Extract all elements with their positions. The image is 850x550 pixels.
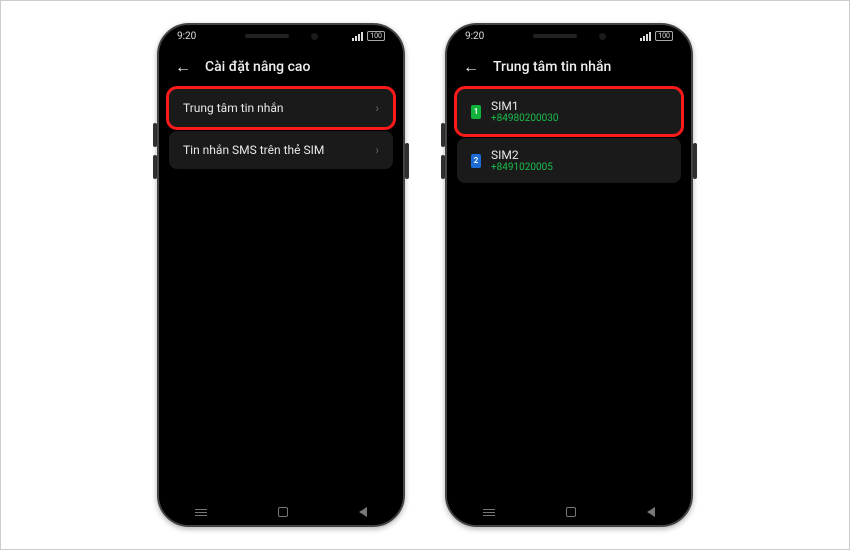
status-time: 9:20 [465, 31, 484, 42]
notch [509, 25, 629, 47]
status-time: 9:20 [177, 31, 196, 42]
page-title: Cài đặt nâng cao [205, 59, 310, 75]
back-icon[interactable]: ← [463, 59, 479, 75]
recent-apps-icon[interactable] [483, 509, 495, 516]
android-navbar [447, 507, 691, 517]
row-label: Tin nhắn SMS trên thẻ SIM [183, 143, 324, 157]
header: ← Trung tâm tin nhắn [447, 47, 691, 89]
sim2-number: +8491020005 [491, 162, 553, 173]
chevron-right-icon: › [375, 101, 379, 115]
back-nav-icon[interactable] [647, 507, 655, 517]
battery-icon: 100 [367, 31, 385, 41]
home-icon[interactable] [566, 507, 576, 517]
row-sms-on-sim[interactable]: Tin nhắn SMS trên thẻ SIM › [169, 131, 393, 169]
sim2-row[interactable]: 2 SIM2 +8491020005 [457, 138, 681, 183]
phone-right: 9:20 100 ← Trung tâm tin nhắn 1 SIM1 +84… [445, 23, 693, 527]
chevron-right-icon: › [375, 143, 379, 157]
back-icon[interactable]: ← [175, 59, 191, 75]
back-nav-icon[interactable] [359, 507, 367, 517]
sim1-name: SIM1 [491, 99, 559, 113]
signal-icon [352, 32, 363, 41]
sim2-badge-icon: 2 [471, 154, 481, 168]
header: ← Cài đặt nâng cao [159, 47, 403, 89]
recent-apps-icon[interactable] [195, 509, 207, 516]
sim2-name: SIM2 [491, 148, 553, 162]
notch [221, 25, 341, 47]
sim1-badge-icon: 1 [471, 105, 481, 119]
home-icon[interactable] [278, 507, 288, 517]
signal-icon [640, 32, 651, 41]
android-navbar [159, 507, 403, 517]
sim1-row[interactable]: 1 SIM1 +84980200030 [457, 89, 681, 134]
row-label: Trung tâm tin nhắn [183, 101, 284, 115]
battery-icon: 100 [655, 31, 673, 41]
row-message-center[interactable]: Trung tâm tin nhắn › [169, 89, 393, 127]
sim1-number: +84980200030 [491, 113, 559, 124]
phone-left: 9:20 100 ← Cài đặt nâng cao Trung tâm ti… [157, 23, 405, 527]
page-title: Trung tâm tin nhắn [493, 59, 611, 75]
